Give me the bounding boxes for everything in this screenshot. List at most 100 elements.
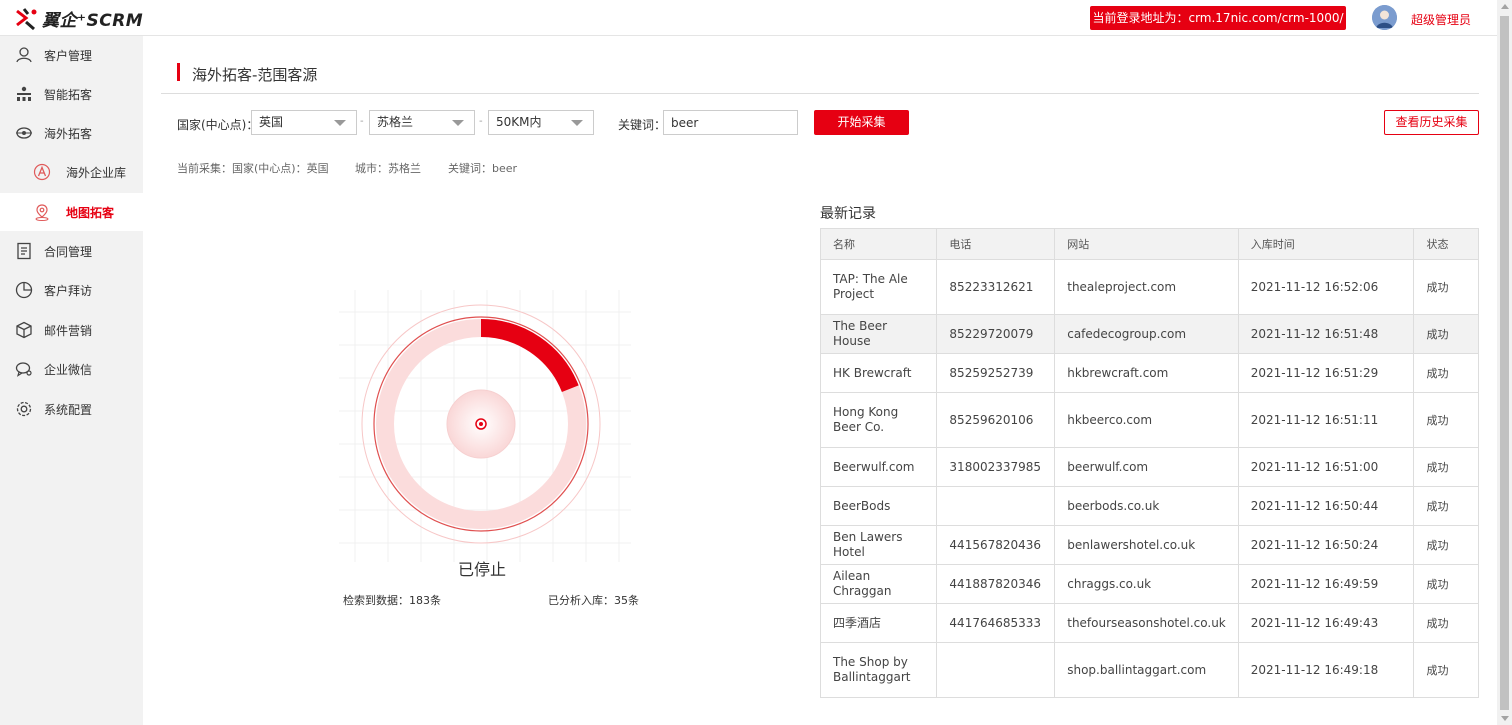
- cell-phone: 85259620106: [936, 392, 1056, 448]
- sidebar-item-label: 客户管理: [44, 48, 93, 63]
- cell-name: HK Brewcraft: [819, 353, 938, 393]
- logo-icon: [14, 5, 40, 31]
- table-row[interactable]: TAP: The Ale Project 85223312621 thealepro…: [819, 259, 1479, 315]
- logo[interactable]: 翼企⁺SCRM: [14, 5, 143, 31]
- cell-name: BeerBods: [819, 486, 938, 526]
- sidebar-item-label: 合同管理: [44, 244, 93, 259]
- sidebar-item-system-config[interactable]: 系统配置: [0, 390, 143, 428]
- sidebar-item-overseas-leads[interactable]: 海外拓客: [0, 114, 143, 152]
- cell-phone: 85259252739: [936, 353, 1056, 393]
- radar-progress: [339, 290, 631, 562]
- avatar[interactable]: [1372, 5, 1397, 30]
- sidebar-item-label: 地图拓客: [66, 205, 115, 220]
- cell-status: 成功: [1413, 353, 1479, 393]
- records-title: 最新记录: [820, 206, 876, 222]
- table-row[interactable]: 四季酒店 441764685333 thefourseasonshotel.co.u…: [819, 603, 1479, 643]
- current-country: 当前采集：国家(中心点)：英国: [177, 162, 329, 175]
- cell-phone: 85229720079: [936, 314, 1056, 354]
- cell-time: 2021-11-12 16:51:48: [1237, 314, 1415, 354]
- chevron-down-icon: [452, 120, 464, 126]
- scrollbar-thumb[interactable]: [1500, 16, 1509, 710]
- table-row[interactable]: BeerBods beerbods.co.uk 2021-11-12 16:50:4…: [819, 486, 1479, 526]
- sidebar-item-label: 智能拓客: [44, 87, 93, 102]
- sidebar-item-smart-leads[interactable]: 智能拓客: [0, 75, 143, 113]
- cell-name: The Shop by Ballintaggart: [819, 642, 938, 698]
- start-collect-button[interactable]: 开始采集: [814, 110, 909, 135]
- keyword-label: 关键词：: [618, 118, 667, 132]
- progress-arc: [480, 319, 579, 393]
- sidebar-item-email-marketing[interactable]: 邮件营销: [0, 311, 143, 349]
- column-header: 名称: [819, 228, 938, 260]
- separator: -: [479, 116, 483, 127]
- cell-name: Ben Lawers Hotel: [819, 525, 938, 565]
- chevron-down-icon: [571, 120, 583, 126]
- cell-time: 2021-11-12 16:52:06: [1237, 259, 1415, 315]
- current-city: 城市：苏格兰: [355, 162, 421, 175]
- cell-website: hkbrewcraft.com: [1054, 353, 1239, 393]
- city-select[interactable]: 苏格兰: [369, 110, 475, 135]
- table-row[interactable]: Ben Lawers Hotel 441567820436 benlawershot…: [819, 525, 1479, 565]
- sidebar-item-map-leads[interactable]: 地图拓客: [0, 193, 143, 231]
- user-name[interactable]: 超级管理员: [1411, 11, 1471, 28]
- user-icon: [15, 46, 33, 64]
- sidebar-item-label: 客户拜访: [44, 283, 93, 298]
- cell-website: benlawershotel.co.uk: [1054, 525, 1239, 565]
- cell-time: 2021-11-12 16:49:43: [1237, 603, 1415, 643]
- table-row[interactable]: HK Brewcraft 85259252739 hkbrewcraft.com 20…: [819, 353, 1479, 393]
- cell-name: 四季酒店: [819, 603, 938, 643]
- sidebar-item-overseas-company-db[interactable]: 海外企业库: [0, 153, 143, 191]
- table-row[interactable]: Hong Kong Beer Co. 85259620106 hkbeerco.co…: [819, 392, 1479, 448]
- cell-phone: 441764685333: [936, 603, 1056, 643]
- collect-status: 已停止: [457, 560, 506, 579]
- cell-name: Beerwulf.com: [819, 447, 938, 487]
- map-pin-icon: [33, 203, 51, 221]
- cell-time: 2021-11-12 16:49:59: [1237, 564, 1415, 604]
- scroll-up-icon[interactable]: [1501, 4, 1509, 9]
- page-scrollbar[interactable]: [1497, 0, 1512, 725]
- cell-phone: 441567820436: [936, 525, 1056, 565]
- country-select-value: 英国: [259, 115, 284, 129]
- table-row[interactable]: Beerwulf.com 318002337985 beerwulf.com 2021…: [819, 447, 1479, 487]
- table-row[interactable]: The Shop by Ballintaggart shop.ballintagg…: [819, 642, 1479, 698]
- cell-website: shop.ballintaggart.com: [1054, 642, 1239, 698]
- scroll-down-icon[interactable]: [1501, 716, 1509, 721]
- keyword-input[interactable]: [663, 110, 798, 135]
- range-select[interactable]: 50KM内: [488, 110, 594, 135]
- sidebar-item-label: 海外企业库: [66, 165, 127, 180]
- globe-icon: [15, 124, 33, 142]
- cell-website: thealeproject.com: [1054, 259, 1239, 315]
- sidebar-item-label: 系统配置: [44, 402, 93, 417]
- cell-website: cafedecogroup.com: [1054, 314, 1239, 354]
- settings-icon: [15, 400, 33, 418]
- cell-time: 2021-11-12 16:51:29: [1237, 353, 1415, 393]
- cell-name: TAP: The Ale Project: [819, 259, 938, 315]
- table-header-row: 名称 电话 网站 入库时间 状态: [819, 228, 1479, 260]
- view-history-button[interactable]: 查看历史采集: [1384, 110, 1479, 135]
- sidebar-item-wecom[interactable]: 企业微信: [0, 350, 143, 388]
- cell-phone: 85223312621: [936, 259, 1056, 315]
- cell-phone: 318002337985: [936, 447, 1056, 487]
- cell-status: 成功: [1413, 564, 1479, 604]
- sidebar-item-label: 企业微信: [44, 362, 93, 377]
- cell-phone: 441887820346: [936, 564, 1056, 604]
- chat-icon: [15, 360, 33, 378]
- sidebar-item-label: 邮件营销: [44, 323, 93, 338]
- table-row[interactable]: The Beer House 85229720079 cafedecogroup.c…: [819, 314, 1479, 354]
- table-row[interactable]: Ailean Chraggan 441887820346 chraggs.co.uk…: [819, 564, 1479, 604]
- cell-status: 成功: [1413, 447, 1479, 487]
- sidebar-item-contract-management[interactable]: 合同管理: [0, 232, 143, 270]
- sidebar-item-customer-management[interactable]: 客户管理: [0, 36, 143, 74]
- records-table: 名称 电话 网站 入库时间 状态 TAP: The Ale Project 852…: [819, 228, 1479, 698]
- cell-status: 成功: [1413, 392, 1479, 448]
- org-chart-icon: [15, 85, 33, 103]
- cell-status: 成功: [1413, 642, 1479, 698]
- range-select-value: 50KM内: [496, 115, 542, 129]
- column-header: 状态: [1413, 228, 1479, 260]
- cell-name: Ailean Chraggan: [819, 564, 938, 604]
- cell-website: beerwulf.com: [1054, 447, 1239, 487]
- separator: -: [360, 116, 364, 127]
- sidebar-item-customer-visits[interactable]: 客户拜访: [0, 271, 143, 309]
- country-select[interactable]: 英国: [251, 110, 357, 135]
- divider: [161, 93, 1479, 94]
- cube-icon: [15, 321, 33, 339]
